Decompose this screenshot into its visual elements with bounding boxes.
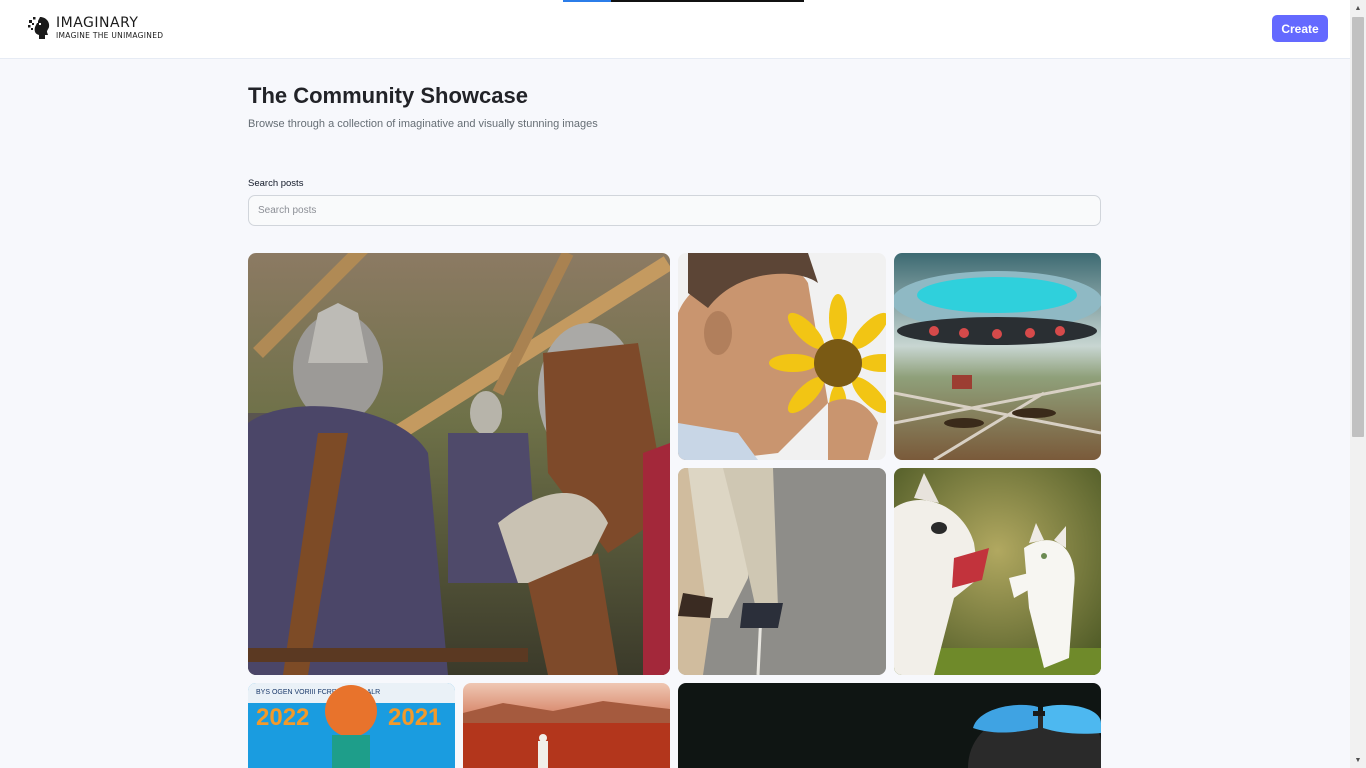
page-title: The Community Showcase [248,83,528,108]
top-navbar: IMAGINARY IMAGINE THE UNIMAGINED Create [0,0,1350,59]
post-card[interactable] [248,253,670,675]
create-button[interactable]: Create [1272,15,1328,42]
page-subtitle: Browse through a collection of imaginati… [248,118,598,130]
scroll-thumb[interactable] [1352,17,1364,437]
search-input[interactable] [248,195,1101,226]
olympic-poster-image: BYS OGEN VORIII FCRR POT YIDALR 2022 202… [248,683,455,768]
post-card[interactable] [894,253,1101,460]
head-logo-icon [28,17,50,39]
dog-barking-at-cat-image [894,468,1101,675]
medieval-knights-image [248,253,670,675]
scroll-up-arrow-icon[interactable]: ▲ [1350,0,1366,16]
svg-text:2022: 2022 [256,704,309,731]
post-card[interactable] [678,468,886,675]
ufo-over-farmland-image [894,253,1101,460]
person-with-sunglasses-image [678,683,1101,768]
post-card[interactable] [678,253,886,460]
loading-indicator [563,0,804,2]
mars-landscape-image [463,683,670,768]
search-label: Search posts [248,178,304,189]
post-card[interactable] [678,683,1101,768]
brand-name: IMAGINARY [56,15,139,32]
post-card[interactable]: BYS OGEN VORIII FCRR POT YIDALR 2022 202… [248,683,455,768]
post-card[interactable] [463,683,670,768]
post-card[interactable] [894,468,1101,675]
brand-tagline: IMAGINE THE UNIMAGINED [56,31,164,41]
person-walking-on-road-image [678,468,886,675]
scroll-down-arrow-icon[interactable]: ▼ [1350,752,1366,768]
page-scrollbar[interactable]: ▲ ▼ [1350,0,1366,768]
svg-text:2021: 2021 [388,704,441,731]
man-smelling-sunflower-image [678,253,886,460]
logo[interactable]: IMAGINARY IMAGINE THE UNIMAGINED [26,14,163,42]
